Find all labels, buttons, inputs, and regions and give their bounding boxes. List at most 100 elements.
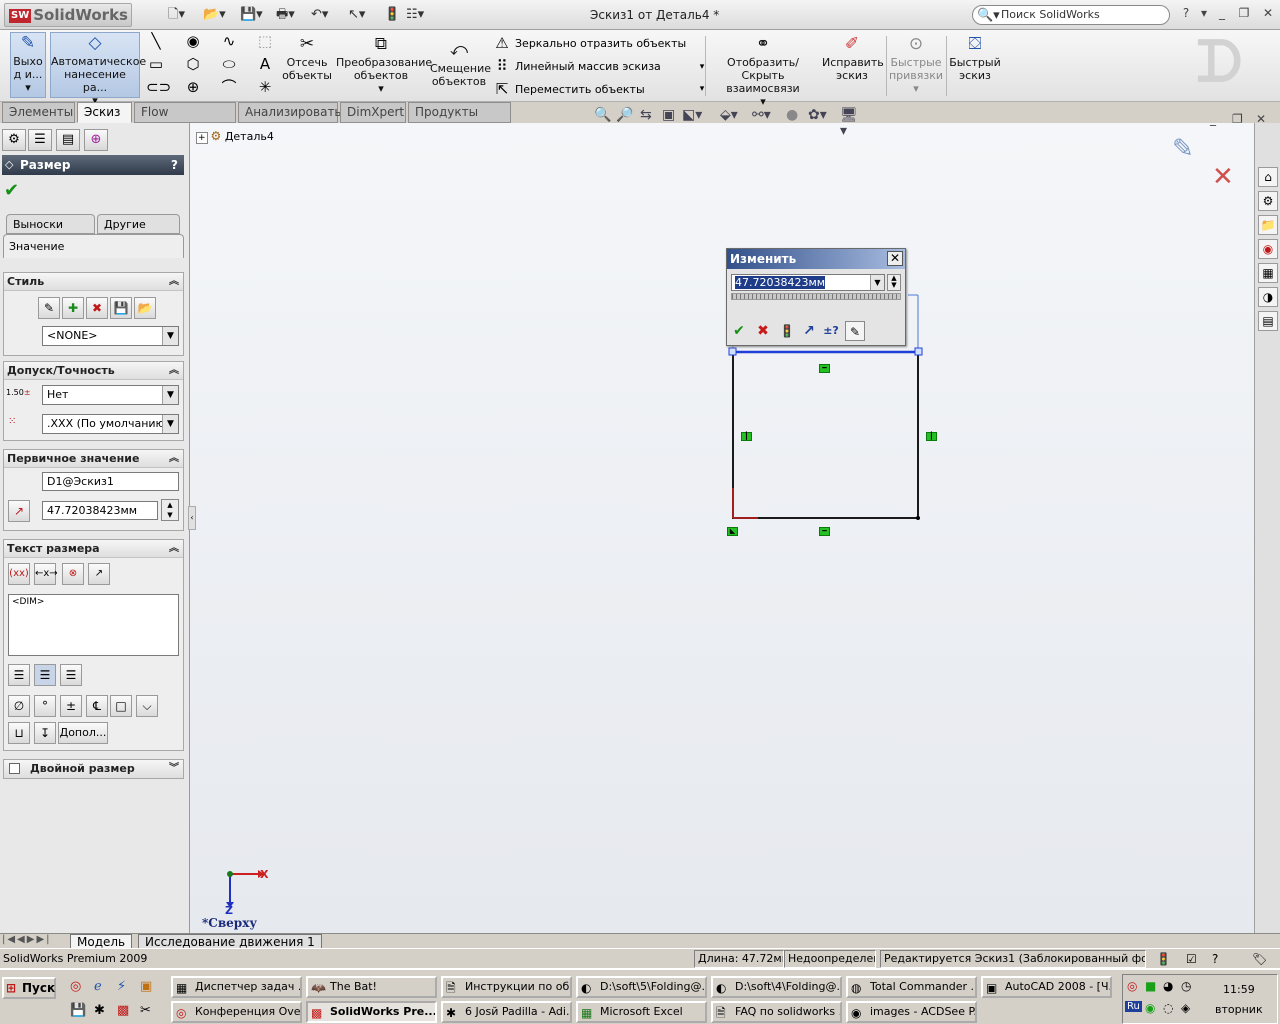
taskbar-autocad[interactable]: ▣ AutoCAD 2008 - [Ч...: [981, 976, 1112, 998]
value-spinner[interactable]: ▲ ▼: [161, 499, 179, 521]
primary-value-header[interactable]: Первичное значение ︽: [4, 450, 183, 468]
line-tool-icon[interactable]: ╲: [146, 32, 166, 50]
point-tool-icon[interactable]: ✳: [255, 78, 275, 96]
horizontal-relation-icon[interactable]: ━: [819, 527, 830, 536]
vertical-relation-icon[interactable]: ┃: [741, 432, 752, 441]
offset-text-icon[interactable]: ↗: [88, 563, 110, 585]
feature-manager-tab-icon[interactable]: ⚙: [2, 129, 26, 151]
mirror-entities-button[interactable]: Зеркально отразить объекты: [515, 37, 686, 50]
view-palette-icon[interactable]: ▦: [1258, 263, 1278, 283]
modify-cancel-icon[interactable]: ✖: [753, 321, 773, 341]
quicklaunch-save-icon[interactable]: 💾: [70, 1003, 86, 1018]
new-doc-icon[interactable]: 🗋▾: [168, 6, 185, 24]
taskbar-the-bat[interactable]: 🦇 The Bat!: [306, 976, 437, 998]
depth-symbol-icon[interactable]: ↧: [34, 722, 56, 744]
dimension-text-header[interactable]: Текст размера ︽: [4, 540, 183, 558]
tab-dimxpert[interactable]: DimXpert: [340, 102, 406, 123]
delete-style-icon[interactable]: ✖: [86, 297, 108, 319]
status-tag-icon[interactable]: 🏷: [1252, 950, 1267, 969]
tab-evaluate[interactable]: Анализировать: [238, 102, 342, 123]
modify-rebuild-icon[interactable]: 🚦: [777, 321, 797, 341]
thumbwheel-slider[interactable]: [731, 293, 901, 300]
select-arrow-icon[interactable]: ↖▾: [348, 6, 365, 24]
countersink-symbol-icon[interactable]: ⌵: [136, 695, 158, 717]
inspection-dimension-icon[interactable]: ⊗: [62, 563, 84, 585]
quicklaunch-solidworks-icon[interactable]: ▩: [117, 1003, 129, 1018]
apply-scene-icon[interactable]: ✿▾: [808, 107, 827, 123]
file-explorer-icon[interactable]: 📁: [1258, 215, 1278, 235]
save-icon[interactable]: 💾▾: [240, 6, 263, 24]
tray-volume-icon[interactable]: ◌: [1163, 1001, 1173, 1015]
custom-properties-icon[interactable]: ▤: [1258, 311, 1278, 331]
tab-flow-simulation[interactable]: Flow Simulation: [134, 102, 236, 138]
plane-tool-icon[interactable]: ⬚: [255, 32, 275, 50]
taskbar-task-manager[interactable]: ▦ Диспетчер задач ...: [171, 976, 302, 998]
options-icon[interactable]: ☷▾: [406, 6, 424, 24]
move-entities-button[interactable]: Переместить объекты: [515, 83, 645, 96]
square-symbol-icon[interactable]: □: [110, 695, 132, 717]
view-orientation-icon[interactable]: ⬕▾: [682, 107, 702, 123]
taskbar-solidworks[interactable]: ▩ SolidWorks Pre...: [306, 1001, 437, 1023]
quicklaunch-ie-icon[interactable]: ℯ: [94, 979, 102, 994]
edit-appearance-icon[interactable]: ●: [786, 107, 798, 123]
trim-entities-button[interactable]: ✂ Отсечь объекты: [280, 34, 334, 82]
quicklaunch-tools-icon[interactable]: ✱: [94, 1003, 105, 1018]
tolerance-type-select[interactable]: Нет ▼: [42, 385, 179, 405]
status-rebuild-icon[interactable]: 🚦: [1156, 950, 1171, 969]
align-center-icon[interactable]: ☰: [34, 664, 56, 686]
repair-sketch-button[interactable]: ✐ Исправить эскиз: [822, 34, 884, 82]
mirror-icon[interactable]: ⚠: [492, 34, 512, 52]
point-circle-icon[interactable]: ⊕: [183, 78, 203, 96]
style-group-header[interactable]: Стиль ︽: [4, 273, 183, 291]
circle-tool-icon[interactable]: ◉: [183, 32, 203, 50]
load-style-icon[interactable]: 📂: [134, 297, 156, 319]
modify-dropdown-icon[interactable]: ▼: [870, 275, 884, 290]
dual-dimension-checkbox[interactable]: [9, 763, 20, 774]
tab-office-products[interactable]: Продукты Office: [408, 102, 511, 138]
align-right-icon[interactable]: ☰: [60, 664, 82, 686]
coincident-relation-icon[interactable]: ◣: [727, 527, 738, 536]
expand-icon[interactable]: ︾: [169, 760, 179, 778]
subtab-other[interactable]: Другие: [97, 214, 180, 234]
taskbar-folding4[interactable]: ◐ D:\soft\4\Folding@...: [711, 976, 842, 998]
tab-motion-study[interactable]: Исследование движения 1: [138, 934, 322, 949]
tray-green-icon[interactable]: ■: [1145, 979, 1156, 993]
status-units-icon[interactable]: ☑: [1186, 950, 1197, 969]
degree-symbol-icon[interactable]: °: [34, 695, 56, 717]
add-parentheses-icon[interactable]: (xx): [8, 563, 30, 585]
text-tool-icon[interactable]: A: [255, 55, 275, 73]
diameter-symbol-icon[interactable]: ∅: [8, 695, 30, 717]
collapse-icon[interactable]: ︽: [169, 362, 179, 380]
rapid-sketch-button[interactable]: ⛋ Быстрый эскиз: [948, 34, 1002, 82]
taskbar-instructions[interactable]: 🗎 Инструкции по об...: [441, 976, 572, 998]
center-dimension-icon[interactable]: ←x→: [34, 563, 58, 585]
exit-sketch-button[interactable]: ✎ Выхо д и... ▾: [10, 32, 46, 98]
print-icon[interactable]: 🖶▾: [276, 6, 295, 24]
quick-snaps-button[interactable]: ⊙ Быстрые привязки ▾: [888, 34, 944, 95]
taskbar-excel[interactable]: ▦ Microsoft Excel: [576, 1001, 707, 1023]
rectangle-tool-icon[interactable]: ▭: [146, 55, 166, 73]
help-icon[interactable]: ?: [1176, 6, 1196, 24]
status-help-icon[interactable]: ?: [1212, 950, 1218, 969]
panel-ok-icon[interactable]: ✔: [4, 180, 19, 201]
centerline-symbol-icon[interactable]: ℄: [86, 695, 108, 717]
tray-opera-icon[interactable]: ◎: [1127, 979, 1137, 993]
taskbar-faq[interactable]: 🗎 FAQ по solidworks ...: [711, 1001, 842, 1023]
search-input[interactable]: 🔍▾ Поиск SolidWorks: [972, 5, 1170, 25]
linear-pattern-icon[interactable]: ⠿: [492, 57, 512, 75]
counterbore-symbol-icon[interactable]: ⊔: [8, 722, 30, 744]
modify-spinner[interactable]: ▲ ▼: [887, 274, 901, 291]
tray-disk-icon[interactable]: ◕: [1163, 979, 1173, 993]
fillet-tool-icon[interactable]: ⌒: [219, 78, 239, 96]
more-symbols-button[interactable]: Допол...: [58, 722, 108, 744]
minimize-button[interactable]: _: [1212, 6, 1232, 24]
tolerance-group-header[interactable]: Допуск/Точность ︽: [4, 362, 183, 380]
tolerance-icon[interactable]: ±?: [821, 321, 841, 341]
modify-close-button[interactable]: ✕: [887, 251, 903, 266]
start-button[interactable]: ⊞ Пуск: [2, 977, 56, 999]
convert-entities-button[interactable]: ⧉ Преобразование объектов ▾: [336, 34, 432, 95]
subtab-value[interactable]: Значение: [3, 234, 184, 258]
taskbar-folding5[interactable]: ◐ D:\soft\5\Folding@...: [576, 976, 707, 998]
spline-tool-icon[interactable]: ∿: [219, 32, 239, 50]
tab-model[interactable]: Модель: [70, 934, 133, 949]
